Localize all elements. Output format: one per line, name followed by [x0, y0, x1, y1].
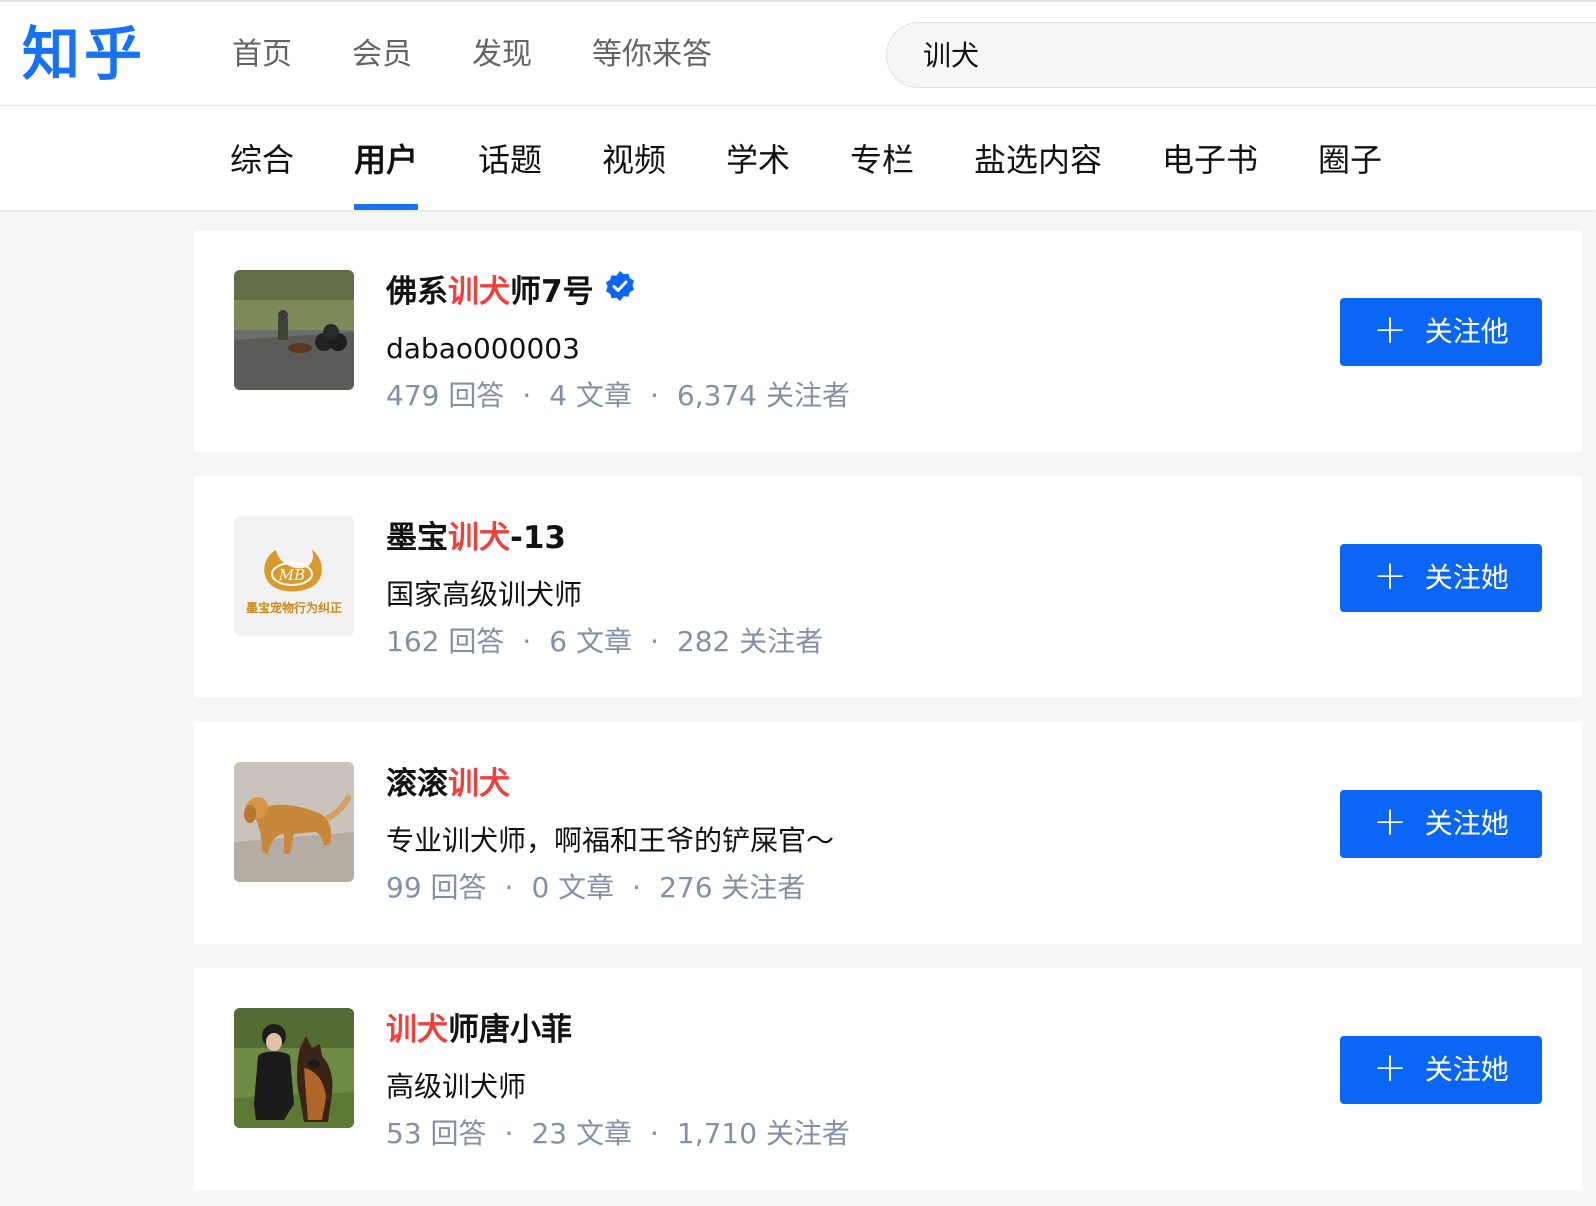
svg-text:墨宝宠物行为纠正: 墨宝宠物行为纠正 — [246, 600, 342, 615]
nav-membership[interactable]: 会员 — [352, 34, 412, 76]
user-card: MB 墨宝宠物行为纠正 墨宝训犬-13 国家高级训犬师 162 回答 · 6 文章 ·… — [194, 476, 1582, 698]
answer-count[interactable]: 479 回答 — [386, 379, 504, 412]
zhihu-logo[interactable]: 知乎 — [22, 16, 146, 92]
follower-count[interactable]: 1,710 关注者 — [677, 1117, 850, 1150]
tab-videos[interactable]: 视频 — [602, 138, 666, 182]
search-tabs: 综合 用户 话题 视频 学术 专栏 盐选内容 电子书 圈子 — [0, 105, 1596, 210]
top-navbar: 知乎 首页 会员 发现 等你来答 训犬 — [0, 0, 1596, 105]
search-query[interactable]: 训犬 — [923, 36, 979, 76]
tab-columns[interactable]: 专栏 — [850, 138, 914, 182]
follow-button[interactable]: + 关注她 — [1340, 790, 1542, 858]
user-bio: 国家高级训犬师 — [386, 578, 583, 611]
user-stats: 479 回答 · 4 文章 · 6,374 关注者 — [386, 379, 850, 412]
plus-icon: + — [1373, 307, 1407, 353]
tab-circles[interactable]: 圈子 — [1318, 138, 1382, 182]
plus-icon: + — [1373, 799, 1407, 845]
article-count[interactable]: 4 文章 — [549, 379, 632, 412]
verified-badge-icon — [604, 270, 636, 314]
user-stats: 99 回答 · 0 文章 · 276 关注者 — [386, 871, 806, 904]
follower-count[interactable]: 276 关注者 — [659, 871, 805, 904]
user-card: 滚滚训犬 专业训犬师，啊福和王爷的铲屎官～ 99 回答 · 0 文章 · 276 关注者… — [194, 722, 1582, 944]
avatar[interactable] — [234, 1008, 354, 1128]
follow-button[interactable]: + 关注她 — [1340, 544, 1542, 612]
nav-waiting-answers[interactable]: 等你来答 — [592, 34, 712, 76]
tab-topics[interactable]: 话题 — [478, 138, 542, 182]
tab-academic[interactable]: 学术 — [726, 138, 790, 182]
follow-button[interactable]: + 关注他 — [1340, 298, 1542, 366]
answer-count[interactable]: 53 回答 — [386, 1117, 487, 1150]
user-bio: 专业训犬师，啊福和王爷的铲屎官～ — [386, 824, 835, 857]
user-stats: 162 回答 · 6 文章 · 282 关注者 — [386, 625, 824, 658]
user-name[interactable]: 墨宝训犬-13 — [386, 516, 566, 560]
user-stats: 53 回答 · 23 文章 · 1,710 关注者 — [386, 1117, 850, 1150]
tab-ebooks[interactable]: 电子书 — [1162, 138, 1258, 182]
user-card: 佛系训犬师7号 dabao000003 479 回答 · 4 文章 · 6,374 关注… — [194, 230, 1582, 452]
avatar[interactable]: MB 墨宝宠物行为纠正 — [234, 516, 354, 636]
avatar[interactable] — [234, 762, 354, 882]
article-count[interactable]: 0 文章 — [531, 871, 614, 904]
plus-icon: + — [1373, 553, 1407, 599]
user-card: 训犬师唐小菲 高级训犬师 53 回答 · 23 文章 · 1,710 关注者 + 关注她 — [194, 968, 1582, 1190]
user-bio: 高级训犬师 — [386, 1070, 527, 1103]
svg-text:MB: MB — [278, 566, 305, 584]
active-tab-indicator — [354, 204, 418, 210]
tab-general[interactable]: 综合 — [230, 138, 294, 182]
answer-count[interactable]: 99 回答 — [386, 871, 487, 904]
user-name[interactable]: 佛系训犬师7号 — [386, 270, 636, 314]
tab-users[interactable]: 用户 — [354, 138, 418, 182]
user-bio: dabao000003 — [386, 332, 580, 365]
answer-count[interactable]: 162 回答 — [386, 625, 504, 658]
article-count[interactable]: 23 文章 — [531, 1117, 632, 1150]
article-count[interactable]: 6 文章 — [549, 625, 632, 658]
avatar[interactable] — [234, 270, 354, 390]
nav-home[interactable]: 首页 — [232, 34, 292, 76]
follow-button[interactable]: + 关注她 — [1340, 1036, 1542, 1104]
plus-icon: + — [1373, 1045, 1407, 1091]
tab-yanxuan[interactable]: 盐选内容 — [974, 138, 1102, 182]
follower-count[interactable]: 6,374 关注者 — [677, 379, 850, 412]
follower-count[interactable]: 282 关注者 — [677, 625, 823, 658]
user-name[interactable]: 训犬师唐小菲 — [386, 1008, 572, 1052]
nav-discover[interactable]: 发现 — [472, 34, 532, 76]
search-input[interactable]: 训犬 — [886, 22, 1596, 88]
user-name[interactable]: 滚滚训犬 — [386, 762, 510, 806]
